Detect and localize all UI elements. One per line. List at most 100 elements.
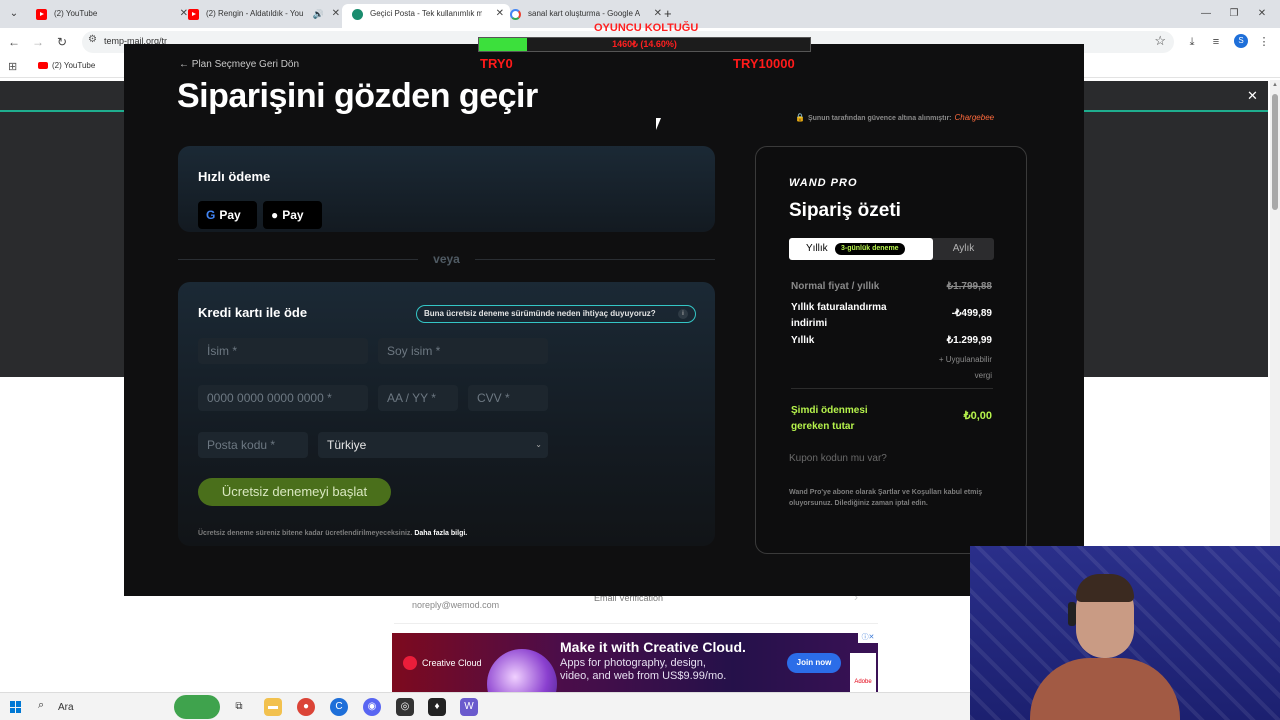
wemod-icon[interactable]: W xyxy=(460,698,478,716)
tab-title: (2) Rengin - Aldatıldık - You xyxy=(206,9,304,18)
google-pay-label: Pay xyxy=(219,208,241,222)
trial-badge: 3-günlük deneme xyxy=(835,243,905,255)
minimize-icon[interactable]: — xyxy=(1196,4,1216,24)
apple-icon: ● xyxy=(271,208,279,222)
due-now-label: Şimdi ödenmesi gereken tutar xyxy=(791,405,868,432)
streamer-shirt xyxy=(1030,658,1180,720)
last-name-field[interactable]: Soy isim * xyxy=(378,338,548,364)
ad-headline: Make it with Creative Cloud. xyxy=(560,639,746,655)
apps-grid-icon[interactable]: ⊞ xyxy=(8,60,17,73)
why-needed-label: Buna ücretsiz deneme sürümünde neden iht… xyxy=(424,309,656,318)
task-view-icon[interactable]: ⧉ xyxy=(230,698,248,716)
billing-toggle: Yıllık 3-günlük deneme Aylık xyxy=(789,238,994,260)
ad-join-button[interactable]: Join now xyxy=(787,653,841,673)
goal-title: OYUNCU KOLTUĞU xyxy=(594,22,699,34)
card-number-field[interactable]: 0000 0000 0000 0000 * xyxy=(198,385,368,411)
tab-title: sanal kart oluşturma - Google A xyxy=(528,9,640,18)
search-icon: ⌕ xyxy=(38,699,45,711)
close-icon[interactable]: ✕ xyxy=(332,4,340,24)
profile-avatar[interactable]: S xyxy=(1234,34,1248,48)
goal-min-label: TRY0 xyxy=(480,56,513,71)
goal-max-label: TRY10000 xyxy=(733,56,795,71)
order-summary-card: WAND PRO Sipariş özeti Yıllık 3-günlük d… xyxy=(755,146,1027,554)
tab-temp-mail[interactable]: Geçici Posta - Tek kullanımlık m ✕ xyxy=(342,4,510,28)
google-icon: G xyxy=(206,208,216,222)
file-explorer-icon[interactable]: ▬ xyxy=(264,698,282,716)
discount-label: Yıllık faturalandırma indirimi xyxy=(791,302,887,329)
coupon-link[interactable]: Kupon kodun mu var? xyxy=(789,453,887,464)
cvv-field[interactable]: CVV * xyxy=(468,385,548,411)
creative-cloud-icon xyxy=(403,656,417,670)
expiry-field[interactable]: AA / YY * xyxy=(378,385,458,411)
taskbar-search-placeholder: Ara xyxy=(58,702,74,713)
start-trial-button[interactable]: Ücretsiz denemeyi başlat xyxy=(198,478,391,506)
download-icon[interactable]: ⤓ xyxy=(1182,32,1202,52)
summary-divider xyxy=(791,388,993,389)
country-select[interactable]: Türkiye ⌄ xyxy=(318,432,548,458)
tab-search-icon[interactable]: ⌄ xyxy=(4,4,24,24)
page-title: Siparişini gözden geçir xyxy=(177,77,538,115)
summary-title: Sipariş özeti xyxy=(789,200,901,221)
ad-brand: Creative Cloud xyxy=(422,658,482,668)
ad-artwork xyxy=(487,649,557,693)
due-now-value: ₺0,00 xyxy=(963,410,992,422)
regular-price-label: Normal fiyat / yıllık xyxy=(791,281,880,292)
regular-price-value: ₺1.799,88 xyxy=(946,281,992,292)
fine-print: Ücretsiz deneme süreniz bitene kadar ücr… xyxy=(198,530,467,537)
app-c-icon[interactable]: C xyxy=(330,698,348,716)
windows-start-icon[interactable] xyxy=(10,701,22,713)
bookmark-youtube[interactable]: (2) YouTube xyxy=(38,61,95,70)
google-icon xyxy=(510,9,521,20)
secured-by-note: 🔒 Şunun tarafından güvence altına alınmış… xyxy=(795,113,994,122)
fast-pay-card: Hızlı ödeme G Pay ● Pay xyxy=(178,146,715,232)
toggle-yearly-label: Yıllık xyxy=(806,243,828,254)
secured-text: Şunun tarafından güvence altına alınmışt… xyxy=(807,115,952,122)
yearly-label: Yıllık xyxy=(791,335,815,346)
close-icon[interactable]: ✕ xyxy=(1247,88,1258,104)
back-arrow-icon[interactable]: ← xyxy=(4,32,24,52)
new-tab-icon[interactable]: + xyxy=(664,4,678,24)
game-launcher-icon[interactable]: ♦ xyxy=(428,698,446,716)
streamer xyxy=(1030,574,1180,720)
windows-taskbar: ⌕ Ara ⧉ ▬ ● C ◉ ◎ ♦ W xyxy=(0,692,970,720)
goal-progress-text: 1460₺ (14.60%) xyxy=(612,39,677,49)
taskbar-search[interactable]: ⌕ Ara xyxy=(32,697,172,717)
first-name-field[interactable]: İsim * xyxy=(198,338,368,364)
chrome-icon[interactable]: ● xyxy=(297,698,315,716)
ad-body: Apps for photography, design, video, and… xyxy=(560,657,727,682)
site-info-icon[interactable]: ⚙ xyxy=(88,34,97,45)
webcam-feed xyxy=(970,546,1280,720)
obs-icon[interactable]: ◎ xyxy=(396,698,414,716)
tab-youtube[interactable]: (2) YouTube ✕ xyxy=(26,4,194,28)
google-pay-button[interactable]: G Pay xyxy=(198,201,257,229)
advertisement-banner[interactable]: Creative Cloud Make it with Creative Clo… xyxy=(392,633,878,693)
close-icon[interactable]: ✕ xyxy=(654,4,662,24)
back-to-plans-link[interactable]: ← Plan Seçmeye Geri Dön xyxy=(179,59,299,70)
weather-widget-icon[interactable] xyxy=(174,695,220,719)
credit-card-title: Kredi kartı ile öde xyxy=(198,305,308,320)
scroll-thumb[interactable] xyxy=(1272,94,1278,210)
bookmark-star-icon[interactable]: ☆ xyxy=(1154,33,1166,49)
wand-pro-logo: WAND PRO xyxy=(789,177,858,189)
tab-youtube-music[interactable]: (2) Rengin - Aldatıldık - You 🔊 ✕ xyxy=(178,4,346,28)
discord-icon[interactable]: ◉ xyxy=(363,698,381,716)
reload-icon[interactable]: ↻ xyxy=(52,32,72,52)
why-needed-button[interactable]: Buna ücretsiz deneme sürümünde neden iht… xyxy=(416,305,696,323)
goal-progress-bar: 1460₺ (14.60%) xyxy=(478,37,811,52)
credit-card-form: Kredi kartı ile öde Buna ücretsiz deneme… xyxy=(178,282,715,546)
youtube-icon xyxy=(188,9,199,20)
forward-arrow-icon[interactable]: → xyxy=(28,32,48,52)
speaker-icon[interactable]: 🔊 xyxy=(313,4,324,24)
toggle-yearly[interactable]: Yıllık 3-günlük deneme xyxy=(789,238,933,260)
ad-choices-icon[interactable]: ⓘ✕ xyxy=(858,633,878,643)
reading-list-icon[interactable]: ≡ xyxy=(1206,32,1226,52)
restore-icon[interactable]: ❐ xyxy=(1224,4,1244,24)
postal-code-field[interactable]: Posta kodu * xyxy=(198,432,308,458)
scroll-up-icon[interactable]: ▲ xyxy=(1270,82,1280,88)
more-info-link[interactable]: Daha fazla bilgi. xyxy=(414,530,467,537)
toggle-monthly[interactable]: Aylık xyxy=(933,238,994,260)
menu-kebab-icon[interactable]: ⋮ xyxy=(1254,32,1274,52)
chargebee-logo: Chargebee xyxy=(954,113,995,122)
window-close-icon[interactable]: ✕ xyxy=(1252,4,1272,24)
apple-pay-button[interactable]: ● Pay xyxy=(263,201,322,229)
